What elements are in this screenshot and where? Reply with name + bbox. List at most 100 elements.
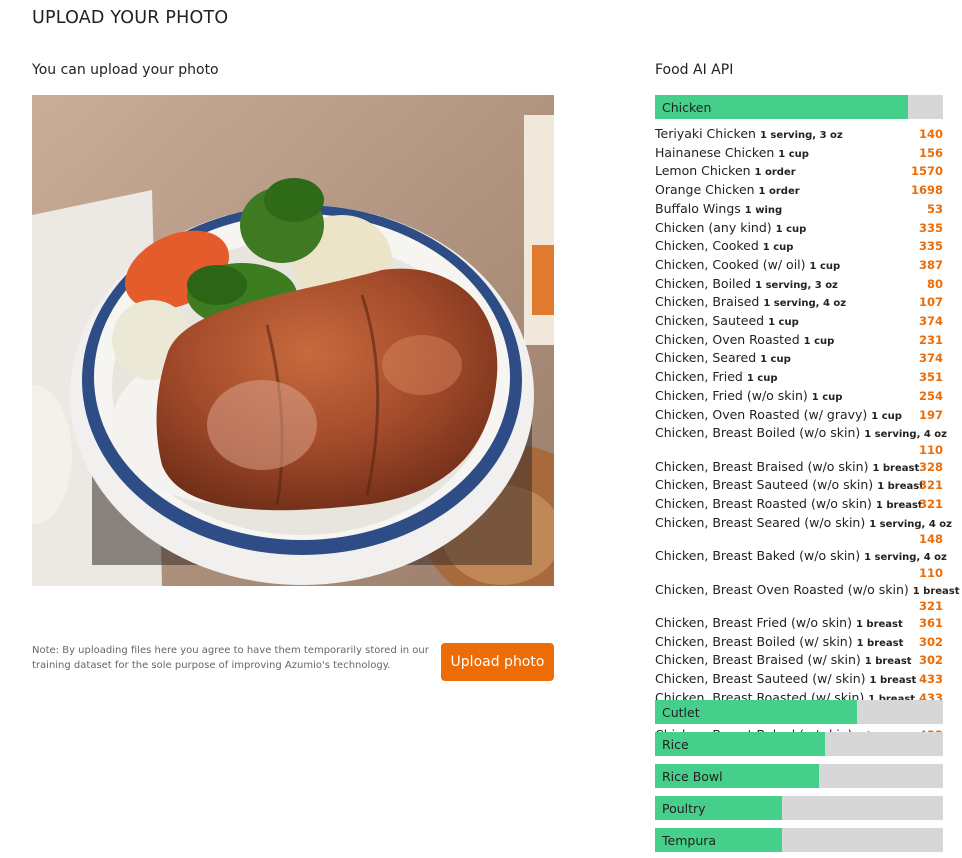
- food-item-calories: 1698: [910, 183, 943, 198]
- food-item[interactable]: Chicken, Breast Baked (w/o skin) 1 servi…: [655, 548, 947, 581]
- food-item-serving: 1 cup: [803, 335, 835, 347]
- category-bar-chicken[interactable]: Chicken: [655, 95, 943, 119]
- food-item[interactable]: Chicken, Breast Seared (w/o skin) 1 serv…: [655, 515, 952, 548]
- food-item[interactable]: Chicken, Boiled 1 serving, 3 oz 80: [655, 276, 943, 295]
- food-item-serving: 1 breast: [912, 585, 960, 597]
- category-label: Poultry: [662, 801, 706, 816]
- food-item-calories: 53: [926, 201, 943, 216]
- food-item[interactable]: Chicken, Breast Sauteed (w/o skin) 1 bre…: [655, 477, 943, 496]
- food-item[interactable]: Chicken, Breast Boiled (w/o skin) 1 serv…: [655, 425, 947, 458]
- food-item[interactable]: Chicken, Oven Roasted (w/ gravy) 1 cup 19…: [655, 407, 943, 426]
- food-item-name: Chicken, Fried (w/o skin): [655, 387, 808, 403]
- food-item-serving: 1 breast: [856, 637, 904, 649]
- food-item-name: Chicken, Fried: [655, 369, 743, 385]
- upload-label: You can upload your photo: [32, 62, 219, 78]
- food-item[interactable]: Teriyaki Chicken 1 serving, 3 oz 140: [655, 126, 943, 145]
- food-item-name: Chicken (any kind): [655, 219, 772, 235]
- food-item-serving: 1 serving, 3 oz: [755, 279, 838, 291]
- food-item-calories: 197: [918, 407, 943, 422]
- food-item-name: Chicken, Breast Braised (w/ skin): [655, 652, 861, 668]
- food-item-serving: 1 serving, 4 oz: [763, 298, 847, 310]
- food-item-serving: 1 breast: [875, 500, 923, 512]
- food-item[interactable]: Chicken, Fried (w/o skin) 1 cup 254: [655, 388, 943, 407]
- food-item-calories: 387: [918, 257, 943, 272]
- category-bar-tempura[interactable]: Tempura: [655, 828, 943, 852]
- food-item-name: Chicken, Cooked: [655, 238, 759, 254]
- food-item[interactable]: Chicken, Braised 1 serving, 4 oz 107: [655, 294, 943, 313]
- food-item-calories: 140: [918, 127, 943, 141]
- food-item-calories: 335: [918, 220, 943, 235]
- food-item-serving: 1 cup: [775, 223, 807, 235]
- food-item-calories: 302: [918, 634, 943, 649]
- food-item[interactable]: Chicken, Breast Braised (w/o skin) 1 bre…: [655, 459, 943, 478]
- food-item-serving: 1 serving, 4 oz: [864, 552, 947, 564]
- food-item-serving: 1 cup: [762, 242, 794, 254]
- food-item[interactable]: Chicken, Fried 1 cup 351: [655, 369, 943, 388]
- api-title: Food AI API: [655, 62, 734, 78]
- food-item[interactable]: Chicken, Cooked (w/ oil) 1 cup 387: [655, 257, 943, 276]
- food-item[interactable]: Chicken, Cooked 1 cup 335: [655, 238, 943, 257]
- food-item[interactable]: Chicken, Sauteed 1 cup 374: [655, 313, 943, 332]
- food-item-serving: 1 serving, 4 oz: [864, 429, 947, 441]
- food-item-serving: 1 cup: [746, 373, 778, 385]
- food-item[interactable]: Chicken, Breast Boiled (w/ skin) 1 breas…: [655, 634, 943, 653]
- food-item-name: Chicken, Oven Roasted: [655, 331, 800, 347]
- category-label: Rice: [662, 737, 689, 752]
- food-item[interactable]: Lemon Chicken 1 order 1570: [655, 163, 943, 182]
- food-item-name: Buffalo Wings: [655, 200, 741, 216]
- food-item[interactable]: Buffalo Wings 1 wing 53: [655, 201, 943, 220]
- food-item-calories: 321: [918, 599, 943, 614]
- upload-photo-button[interactable]: Upload photo: [441, 643, 554, 681]
- food-item[interactable]: Chicken, Breast Fried (w/o skin) 1 breas…: [655, 615, 943, 634]
- food-item-serving: 1 order: [754, 167, 796, 179]
- uploaded-food-photo: [32, 95, 554, 586]
- food-item-name: Chicken, Boiled: [655, 275, 752, 291]
- food-item-calories: 1570: [910, 164, 943, 179]
- food-item-name: Chicken, Breast Sauteed (w/ skin): [655, 671, 866, 687]
- food-item-name: Chicken, Oven Roasted (w/ gravy): [655, 406, 868, 422]
- category-label: Tempura: [662, 833, 717, 848]
- food-item-calories: 374: [918, 351, 943, 366]
- food-item[interactable]: Chicken, Oven Roasted 1 cup 231: [655, 332, 943, 351]
- food-item-calories: 433: [918, 672, 943, 687]
- food-item-name: Chicken, Breast Boiled (w/ skin): [655, 633, 853, 649]
- category-bar-rice[interactable]: Rice: [655, 732, 943, 756]
- food-item-calories: 374: [918, 314, 943, 329]
- food-item-serving: 1 cup: [778, 148, 809, 160]
- food-item-calories: 148: [918, 532, 943, 547]
- food-item-calories: 156: [918, 145, 943, 160]
- food-item-serving: 1 serving, 3 oz: [759, 130, 843, 141]
- food-item[interactable]: Chicken, Breast Roasted (w/o skin) 1 bre…: [655, 496, 943, 515]
- food-item[interactable]: Chicken, Seared 1 cup 374: [655, 350, 943, 369]
- food-item-calories: 361: [918, 615, 943, 630]
- food-item-calories: 110: [918, 565, 943, 580]
- food-item[interactable]: Orange Chicken 1 order 1698: [655, 182, 943, 201]
- food-item-name: Chicken, Breast Roasted (w/o skin): [655, 496, 872, 512]
- food-item-name: Chicken, Breast Oven Roasted (w/o skin): [655, 581, 909, 597]
- food-item-calories: 351: [918, 370, 943, 385]
- food-item-serving: 1 cup: [760, 354, 791, 366]
- food-item[interactable]: Chicken (any kind) 1 cup 335: [655, 220, 943, 239]
- food-item-name: Chicken, Cooked (w/ oil): [655, 256, 806, 272]
- food-item[interactable]: Chicken, Breast Braised (w/ skin) 1 brea…: [655, 652, 943, 671]
- food-item-serving: 1 cup: [809, 260, 841, 272]
- food-item-serving: 1 cup: [811, 391, 843, 403]
- food-item[interactable]: Chicken, Breast Sauteed (w/ skin) 1 brea…: [655, 671, 943, 690]
- food-item-name: Chicken, Breast Boiled (w/o skin): [655, 425, 861, 441]
- food-item-calories: 328: [918, 459, 943, 474]
- food-item-calories: 254: [918, 388, 943, 403]
- food-item-name: Chicken, Sauteed: [655, 313, 765, 329]
- food-item[interactable]: Hainanese Chicken 1 cup 156: [655, 145, 943, 164]
- category-bar-poultry[interactable]: Poultry: [655, 796, 943, 820]
- category-bar-rice-bowl[interactable]: Rice Bowl: [655, 764, 943, 788]
- food-item-serving: 1 wing: [744, 204, 783, 216]
- food-item-name: Orange Chicken: [655, 182, 755, 198]
- food-item-name: Chicken, Breast Fried (w/o skin): [655, 614, 852, 630]
- food-item-serving: 1 cup: [871, 410, 902, 422]
- food-item[interactable]: Chicken, Breast Oven Roasted (w/o skin) …: [655, 581, 960, 615]
- food-item-serving: 1 breast: [855, 618, 903, 630]
- category-label: Rice Bowl: [662, 769, 723, 784]
- food-item-serving: 1 breast: [864, 656, 912, 668]
- category-bar-cutlet[interactable]: Cutlet: [655, 700, 943, 724]
- upload-disclaimer: Note: By uploading files here you agree …: [32, 645, 429, 671]
